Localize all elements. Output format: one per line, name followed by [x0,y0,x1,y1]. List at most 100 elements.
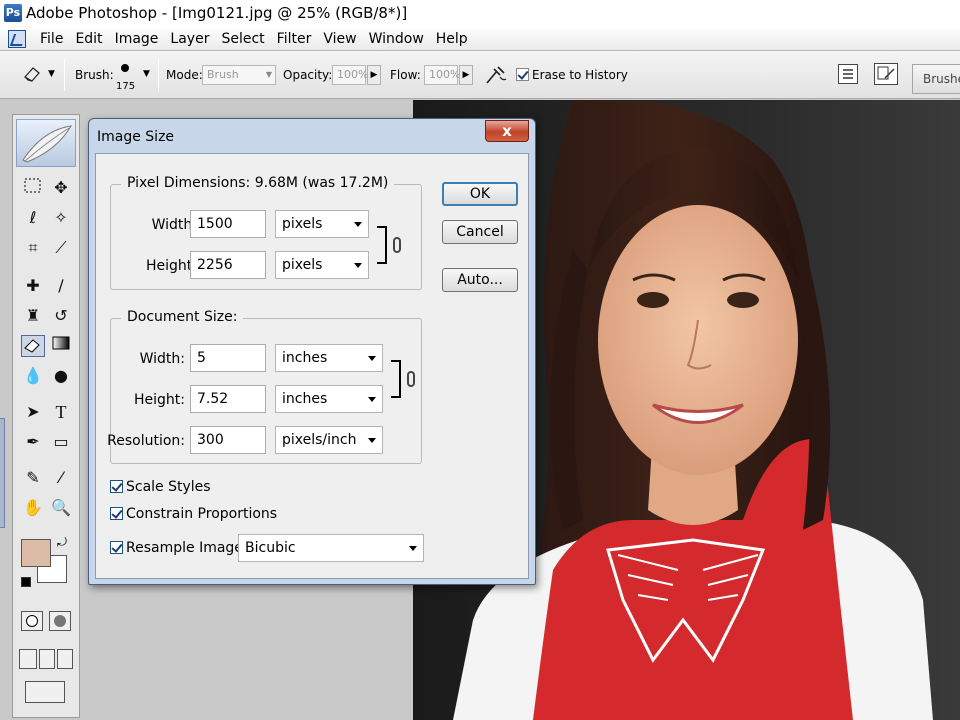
notes-tool-icon[interactable]: ✎ [21,467,45,489]
chevron-down-icon: ▼ [265,70,272,79]
dodge-tool-icon[interactable]: ● [49,365,73,387]
toolbox-header[interactable] [16,119,76,167]
eraser-tool-icon[interactable] [21,335,45,357]
gradient-tool-icon[interactable] [49,335,73,357]
menu-select[interactable]: Select [215,31,270,47]
mode-value: Brush [207,68,239,81]
slice-tool-icon[interactable]: ⟋ [49,237,73,259]
brush-picker-arrow-icon[interactable]: ▼ [143,69,150,79]
scale-styles-checkbox[interactable] [110,480,123,493]
flow-label: Flow: [390,68,421,82]
opacity-slider-arrow-icon[interactable]: ▶ [367,65,381,85]
flow-slider-arrow-icon[interactable]: ▶ [459,65,473,85]
erase-to-history-checkbox[interactable] [516,68,529,81]
move-tool-icon[interactable]: ✥ [49,177,73,199]
menu-file[interactable]: File [34,31,69,47]
link-bracket [391,360,401,398]
standard-mode-icon[interactable] [21,611,43,631]
screen-mode-full-icon[interactable] [57,649,73,669]
clone-stamp-tool-icon[interactable]: ♜ [21,305,45,327]
pixel-dimensions-legend: Pixel Dimensions: 9.68M (was 17.2M) [121,175,395,191]
toggle-palettes-icon[interactable] [874,63,898,85]
menu-help[interactable]: Help [430,31,474,47]
chain-link-icon [393,237,401,253]
resolution-input[interactable]: 300 [190,426,266,454]
separator [158,59,159,91]
resample-method: Bicubic [245,540,296,556]
chevron-down-icon [354,263,362,268]
swap-colors-icon[interactable]: ⤾ [57,535,67,550]
resample-image-checkbox[interactable] [110,541,123,554]
menu-view[interactable]: View [317,31,362,47]
document-height-unit: inches [282,391,328,407]
auto-button[interactable]: Auto... [442,268,518,292]
healing-brush-tool-icon[interactable]: ✚ [21,275,45,297]
menu-filter[interactable]: Filter [271,31,318,47]
tool-preset-arrow-icon[interactable]: ▼ [48,69,55,79]
lasso-tool-icon[interactable]: ℓ [21,207,45,229]
pixel-width-input[interactable]: 1500 [190,210,266,238]
constrain-proportions-checkbox[interactable] [110,507,123,520]
separator [64,59,65,91]
document-height-unit-select[interactable]: inches [275,385,383,413]
opacity-input[interactable]: 100% [332,65,368,85]
pixel-height-input[interactable]: 2256 [190,251,266,279]
eyedropper-tool-icon[interactable]: ⁄ [49,467,73,489]
menu-layer[interactable]: Layer [164,31,215,47]
menu-image[interactable]: Image [109,31,165,47]
constrain-proportions-label: Constrain Proportions [126,506,278,522]
rectangle-tool-icon[interactable]: ▭ [49,431,73,453]
collapsed-palette-tab[interactable] [0,418,5,528]
default-colors-icon[interactable] [21,577,31,587]
jump-to-imageready-icon[interactable] [25,681,65,703]
airbrush-icon[interactable] [484,63,508,85]
brushes-palette-tab[interactable]: Brushes [912,64,960,94]
chain-link-icon [407,371,415,387]
brush-size: 175 [116,81,136,92]
type-tool-icon[interactable]: T [49,401,73,423]
pixel-width-unit-select[interactable]: pixels [275,210,369,238]
chevron-down-icon [368,397,376,402]
scale-styles-label: Scale Styles [126,479,211,495]
brush-preview-icon[interactable] [121,64,129,72]
resolution-unit-select[interactable]: pixels/inch [275,426,383,454]
window-title: Adobe Photoshop - [Img0121.jpg @ 25% (RG… [26,4,408,22]
crop-tool-icon[interactable]: ⌗ [21,237,45,259]
marquee-tool-icon[interactable] [21,177,45,199]
app-menu-icon[interactable] [8,30,26,48]
mode-select[interactable]: Brush ▼ [202,65,276,85]
foreground-color-swatch[interactable] [21,539,51,567]
document-width-unit-select[interactable]: inches [275,344,383,372]
magic-wand-tool-icon[interactable]: ✧ [49,207,73,229]
history-brush-tool-icon[interactable]: ↺ [49,305,73,327]
document-width-input[interactable]: 5 [190,344,266,372]
flow-input[interactable]: 100% [424,65,460,85]
chevron-down-icon [368,356,376,361]
menu-bar: File Edit Image Layer Select Filter View… [0,28,960,51]
screen-mode-full-menu-icon[interactable] [39,649,55,669]
pixel-height-unit: pixels [282,257,323,273]
close-icon: x [502,122,512,140]
hand-tool-icon[interactable]: ✋ [21,497,45,519]
close-button[interactable]: x [485,120,529,142]
pen-tool-icon[interactable]: ✒ [21,431,45,453]
screen-mode-standard-icon[interactable] [19,649,37,669]
document-height-input[interactable]: 7.52 [190,385,266,413]
eraser-tool-preset-icon[interactable] [22,63,44,83]
chevron-down-icon [368,438,376,443]
resample-method-select[interactable]: Bicubic [238,534,424,562]
resample-image-label: Resample Image: [126,540,248,556]
blur-tool-icon[interactable]: 💧 [21,365,45,387]
menu-window[interactable]: Window [363,31,430,47]
file-browser-icon[interactable] [838,64,858,84]
brush-tool-icon[interactable]: ∕ [49,275,73,297]
pixel-height-unit-select[interactable]: pixels [275,251,369,279]
zoom-tool-icon[interactable]: 🔍 [49,497,73,519]
cancel-button[interactable]: Cancel [442,220,518,244]
path-selection-tool-icon[interactable]: ➤ [21,401,45,423]
document-height-label: Height: [134,392,185,408]
ok-button[interactable]: OK [442,182,518,206]
menu-edit[interactable]: Edit [69,31,108,47]
quick-mask-mode-icon[interactable] [49,611,71,631]
pixel-width-unit: pixels [282,216,323,232]
